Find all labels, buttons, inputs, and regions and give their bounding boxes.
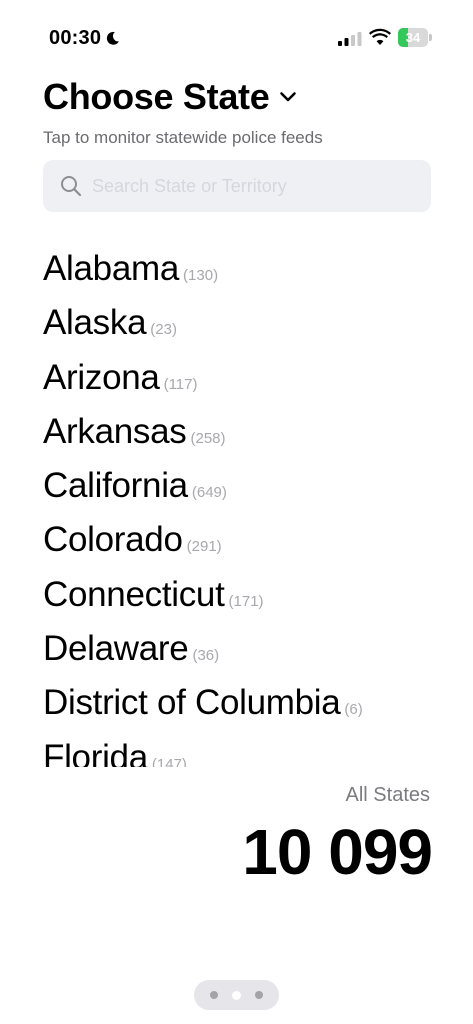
state-count: (6) (344, 701, 363, 719)
state-count: (291) (186, 538, 222, 556)
state-name: Colorado (43, 520, 183, 560)
status-time: 00:30 (49, 27, 120, 50)
time-label: 00:30 (49, 27, 102, 49)
state-count: (23) (150, 321, 177, 339)
state-item[interactable]: Alabama (130) (43, 245, 463, 299)
state-item[interactable]: Arizona (117) (43, 354, 463, 408)
state-name: Arizona (43, 357, 160, 397)
page-dot[interactable] (210, 991, 218, 999)
search-bar[interactable] (43, 160, 431, 212)
battery-body: 34 (398, 28, 428, 47)
header: Choose State Tap to monitor statewide po… (43, 76, 323, 148)
state-count: (117) (163, 375, 198, 393)
state-count: (147) (151, 755, 187, 767)
state-item[interactable]: Delaware (36) (43, 625, 463, 679)
state-list[interactable]: Alabama (130) Alaska (23) Arizona (117) Arkans… (43, 245, 463, 767)
state-count: (171) (228, 592, 264, 610)
choose-state-dropdown[interactable]: Choose State (43, 76, 323, 118)
moon-icon (107, 31, 120, 45)
wifi-icon (369, 28, 391, 45)
page-title: Choose State (43, 76, 270, 117)
state-name: Arkansas (43, 411, 187, 451)
state-item[interactable]: Arkansas (258) (43, 408, 463, 462)
state-name: Delaware (43, 629, 189, 669)
search-input[interactable] (92, 175, 412, 197)
chevron-down-icon (280, 92, 297, 102)
page-subtitle: Tap to monitor statewide police feeds (43, 128, 323, 147)
state-count: (258) (190, 429, 226, 447)
state-name: District of Columbia (43, 683, 341, 723)
all-states-label: All States (345, 784, 430, 806)
state-item[interactable]: District of Columbia (6) (43, 679, 463, 733)
state-count: (130) (183, 267, 219, 284)
total-feed-count: 10 099 (242, 816, 433, 888)
state-item[interactable]: Colorado (291) (43, 516, 463, 570)
battery-cap (429, 34, 432, 41)
state-name: Florida (43, 737, 148, 767)
battery-icon: 34 (398, 28, 432, 47)
state-item[interactable]: Connecticut (171) (43, 571, 463, 625)
state-item[interactable]: Florida (147) (43, 734, 463, 767)
state-item[interactable]: California (649) (43, 462, 463, 516)
page-dot-active[interactable] (232, 990, 241, 1000)
page-dot[interactable] (255, 991, 263, 999)
signal-icon (338, 32, 362, 46)
battery-percent: 34 (405, 30, 421, 45)
state-item[interactable]: Alaska (23) (43, 299, 463, 353)
status-bar: 00:30 34 (0, 0, 473, 70)
state-name: California (43, 466, 188, 506)
state-name: Alabama (43, 249, 180, 288)
state-count: (36) (192, 647, 220, 665)
state-name: Alaska (43, 303, 147, 343)
state-count: (649) (191, 484, 227, 502)
state-name: Connecticut (43, 574, 225, 614)
page-indicator[interactable] (194, 980, 279, 1010)
search-icon (61, 176, 82, 197)
